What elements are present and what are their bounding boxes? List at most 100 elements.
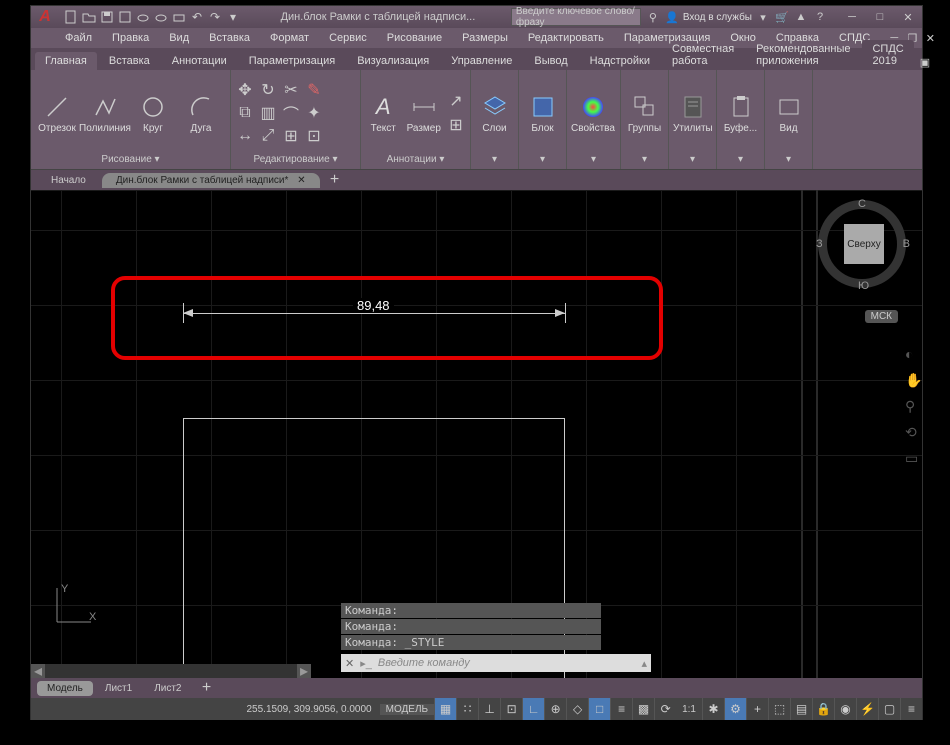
circle-button[interactable]: Круг [131,78,175,148]
panel-clip-expand[interactable]: ▾ [721,152,760,165]
anno-monitor-toggle[interactable]: + [746,698,768,720]
menu-file[interactable]: Файл [61,30,96,46]
horizontal-scrollbar[interactable]: ◂ ▸ [31,664,311,678]
leader-icon[interactable]: ↗ [446,91,466,111]
cycling-toggle[interactable]: ⟳ [654,698,676,720]
workspace-button[interactable]: ⚙ [724,698,746,720]
tab-manage[interactable]: Управление [441,52,522,70]
panel-view-expand[interactable]: ▾ [769,152,808,165]
viewcube[interactable]: Сверху С Ю В З [818,200,908,290]
customize-button[interactable]: ≡ [900,698,922,720]
new-tab-button[interactable]: + [326,172,344,188]
osnap-toggle[interactable]: □ [588,698,610,720]
ribbon-collapse-icon[interactable]: ▣ [920,54,930,70]
redo-icon[interactable]: ↷ [207,9,223,25]
chevron-down-icon[interactable]: ▾ [755,9,771,25]
app-logo[interactable]: A [31,6,59,28]
panel-props-expand[interactable]: ▾ [571,152,616,165]
arc-button[interactable]: Дуга [179,78,223,148]
minimize-button[interactable]: ─ [838,6,866,28]
transparency-toggle[interactable]: ▩ [632,698,654,720]
panel-annot-title[interactable]: Аннотации ▾ [365,152,466,165]
menu-dimension[interactable]: Размеры [458,30,512,46]
erase-icon[interactable]: ✎ [304,80,324,100]
filetab-start[interactable]: Начало [37,173,100,188]
clean-screen-toggle[interactable]: ▢ [878,698,900,720]
copy-icon[interactable]: ⧉ [235,103,255,123]
sign-in-label[interactable]: Вход в службы [683,12,752,23]
filetab-drawing[interactable]: Дин.блок Рамки с таблицей надписи* ✕ [102,173,320,188]
layers-button[interactable]: Слои [475,78,514,148]
close-tab-icon[interactable]: ✕ [297,175,305,186]
groups-button[interactable]: Группы [625,78,664,148]
new-icon[interactable] [63,9,79,25]
panel-modify-title[interactable]: Редактирование ▾ [235,152,356,165]
showmotion-icon[interactable]: ▭ [905,450,921,466]
doc-close-icon[interactable]: ✕ [922,30,938,46]
tab-addins[interactable]: Надстройки [580,52,660,70]
table-icon[interactable]: ⊞ [446,115,466,135]
maximize-button[interactable]: □ [866,6,894,28]
panel-groups-expand[interactable]: ▾ [625,152,664,165]
utilities-button[interactable]: Утилиты [673,78,713,148]
model-space-button[interactable]: МОДЕЛЬ [380,704,434,715]
add-layout-button[interactable]: + [198,680,216,696]
tab-featured[interactable]: Рекомендованные приложения [746,40,860,70]
panel-layers-expand[interactable]: ▾ [475,152,514,165]
move-icon[interactable]: ✥ [235,80,255,100]
snap-toggle[interactable]: ∷ [456,698,478,720]
help-icon[interactable]: ? [812,9,828,25]
rotate-icon[interactable]: ↻ [258,80,278,100]
anno-visibility-toggle[interactable]: ✱ [702,698,724,720]
cart-icon[interactable]: 🛒 [774,9,790,25]
close-icon[interactable]: ✕ [345,657,354,670]
menu-format[interactable]: Формат [266,30,313,46]
save-icon[interactable] [99,9,115,25]
tab-parametric[interactable]: Параметризация [239,52,345,70]
panel-block-expand[interactable]: ▾ [523,152,562,165]
plot-icon[interactable] [171,9,187,25]
properties-button[interactable]: Свойства [571,78,615,148]
wheel-icon[interactable]: ◐ [905,346,921,362]
hardware-accel-toggle[interactable]: ⚡ [856,698,878,720]
panel-draw-title[interactable]: Рисование ▾ [35,152,226,165]
line-button[interactable]: Отрезок [35,78,79,148]
tab-home[interactable]: Главная [35,52,97,70]
menu-insert[interactable]: Вставка [205,30,254,46]
menu-modify[interactable]: Редактировать [524,30,608,46]
wcs-label[interactable]: МСК [865,310,898,323]
lineweight-toggle[interactable]: ≡ [610,698,632,720]
tab-model[interactable]: Модель [37,681,93,696]
cmd-expand-icon[interactable]: ▴ [641,657,647,670]
isolate-toggle[interactable]: ◉ [834,698,856,720]
undo-icon[interactable]: ↶ [189,9,205,25]
units-toggle[interactable]: ⬚ [768,698,790,720]
grid-toggle[interactable]: ▦ [434,698,456,720]
dynamic-input-toggle[interactable]: ⊡ [500,698,522,720]
menu-view[interactable]: Вид [165,30,193,46]
mirror-icon[interactable]: ▥ [258,103,278,123]
pan-icon[interactable]: ✋ [905,372,921,388]
command-input[interactable]: ✕ ▸_ Введите команду ▴ [341,654,651,672]
quickprops-toggle[interactable]: ▤ [790,698,812,720]
infer-toggle[interactable]: ⊥ [478,698,500,720]
ortho-toggle[interactable]: ∟ [522,698,544,720]
dimension-button[interactable]: Размер [406,78,443,148]
fillet-icon[interactable]: ⌒ [281,103,301,123]
stretch-icon[interactable]: ↔ [235,126,255,146]
offset-icon[interactable]: ⊡ [304,126,324,146]
zoom-icon[interactable]: ⚲ [905,398,921,414]
block-button[interactable]: Блок [523,78,562,148]
drawing-canvas[interactable]: /*grid drawn via elements below*/ 89,48 [31,190,922,678]
trim-icon[interactable]: ✂ [281,80,301,100]
clipboard-button[interactable]: Буфе... [721,78,760,148]
lock-ui-toggle[interactable]: 🔒 [812,698,834,720]
close-button[interactable]: ✕ [894,6,922,28]
cloud-save-icon[interactable] [153,9,169,25]
tab-insert[interactable]: Вставка [99,52,160,70]
anno-scale[interactable]: 1:1 [676,704,702,715]
menu-service[interactable]: Сервис [325,30,371,46]
open-icon[interactable] [81,9,97,25]
cloud-open-icon[interactable] [135,9,151,25]
user-icon[interactable]: 👤 [664,9,680,25]
